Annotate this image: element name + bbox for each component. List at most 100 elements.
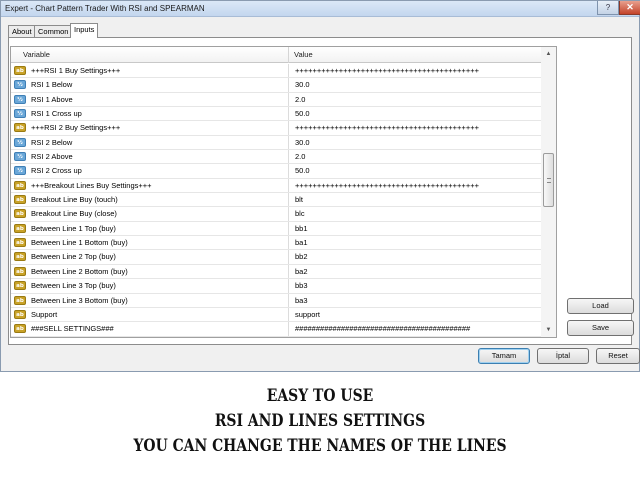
value-text: 50.0: [295, 109, 310, 119]
variable-name: +++RSI 2 Buy Settings+++: [31, 123, 121, 133]
variable-cell[interactable]: ½ RSI 1 Cross up: [11, 107, 289, 121]
variable-name: Between Line 3 Bottom (buy): [31, 295, 128, 305]
value-text: ++++++++++++++++++++++++++++++++++++++++…: [295, 180, 479, 190]
variable-cell[interactable]: ab Between Line 3 Bottom (buy): [11, 293, 289, 307]
close-button[interactable]: ✕: [619, 1, 640, 15]
table-row[interactable]: ab Breakout Line Buy (touch) blt: [11, 193, 550, 208]
scroll-up-icon[interactable]: ▲: [541, 47, 556, 62]
value-cell[interactable]: 30.0: [289, 78, 550, 91]
table-row[interactable]: ½ RSI 1 Cross up 50.0: [11, 107, 550, 122]
string-type-icon: ab: [14, 295, 26, 305]
table-row[interactable]: ab Between Line 3 Bottom (buy) ba3: [11, 293, 550, 308]
reset-button[interactable]: Reset: [596, 348, 640, 364]
string-type-icon: ab: [14, 195, 26, 205]
value-text: ++++++++++++++++++++++++++++++++++++++++…: [295, 123, 479, 133]
variable-name: Between Line 2 Top (buy): [31, 252, 116, 262]
value-text: ++++++++++++++++++++++++++++++++++++++++…: [295, 66, 479, 75]
variable-cell[interactable]: ab Support: [11, 307, 289, 322]
variable-cell[interactable]: ½ RSI 2 Cross up: [11, 164, 289, 178]
variable-cell[interactable]: ab Breakout Line Buy (close): [11, 207, 289, 221]
table-row[interactable]: ab Between Line 1 Top (buy) bb1: [11, 221, 550, 237]
value-cell[interactable]: ba2: [289, 265, 550, 278]
tab-about[interactable]: About: [8, 25, 36, 37]
variable-cell[interactable]: ½ RSI 2 Below: [11, 135, 289, 150]
value-cell[interactable]: 2.0: [289, 93, 550, 106]
tab-inputs[interactable]: Inputs: [70, 23, 99, 38]
value-cell[interactable]: ++++++++++++++++++++++++++++++++++++++++…: [289, 179, 550, 192]
value-cell[interactable]: ba3: [289, 294, 550, 307]
variable-cell[interactable]: ½ RSI 1 Below: [11, 78, 289, 92]
column-header-variable[interactable]: Variable: [23, 50, 50, 59]
table-row[interactable]: ½ RSI 2 Cross up 50.0: [11, 164, 550, 179]
table-row[interactable]: ab +++RSI 1 Buy Settings+++ ++++++++++++++…: [11, 64, 550, 79]
variable-cell[interactable]: ab Between Line 1 Bottom (buy): [11, 236, 289, 250]
value-cell[interactable]: ba1: [289, 236, 550, 249]
table-row[interactable]: ab +++Breakout Lines Buy Settings+++ +++++…: [11, 178, 550, 194]
variable-cell[interactable]: ab Between Line 2 Bottom (buy): [11, 264, 289, 279]
variable-name: Between Line 1 Top (buy): [31, 223, 116, 233]
value-cell[interactable]: ########################################…: [289, 322, 550, 335]
value-cell[interactable]: blt: [289, 193, 550, 206]
variable-name: RSI 2 Above: [31, 152, 73, 162]
value-cell[interactable]: 2.0: [289, 150, 550, 163]
variable-cell[interactable]: ab ###SELL SETTINGS###: [11, 322, 289, 336]
variable-cell[interactable]: ab Between Line 3 Top (buy): [11, 279, 289, 293]
value-cell[interactable]: bb2: [289, 250, 550, 263]
table-row[interactable]: ab Between Line 2 Bottom (buy) ba2: [11, 264, 550, 280]
variable-cell[interactable]: ab +++RSI 2 Buy Settings+++: [11, 121, 289, 135]
save-button[interactable]: Save: [567, 320, 634, 336]
table-row[interactable]: ab Between Line 3 Top (buy) bb3: [11, 279, 550, 294]
variable-cell[interactable]: ab +++Breakout Lines Buy Settings+++: [11, 178, 289, 193]
load-button[interactable]: Load: [567, 298, 634, 314]
table-row[interactable]: ½ RSI 1 Below 30.0: [11, 78, 550, 93]
value-cell[interactable]: ++++++++++++++++++++++++++++++++++++++++…: [289, 64, 550, 77]
value-cell[interactable]: support: [289, 308, 550, 321]
table-row[interactable]: ab Support support: [11, 307, 550, 323]
table-row[interactable]: ab Breakout Line Buy (close) blc: [11, 207, 550, 222]
ok-button[interactable]: Tamam: [478, 348, 530, 364]
table-row[interactable]: ab Between Line 1 Bottom (buy) ba1: [11, 236, 550, 251]
value-cell[interactable]: ++++++++++++++++++++++++++++++++++++++++…: [289, 121, 550, 134]
variable-cell[interactable]: ab Between Line 2 Top (buy): [11, 250, 289, 264]
value-cell[interactable]: bb1: [289, 222, 550, 235]
scroll-down-icon[interactable]: ▼: [541, 323, 556, 338]
number-type-icon: ½: [14, 137, 26, 147]
cancel-button[interactable]: İptal: [537, 348, 589, 364]
variable-cell[interactable]: ½ RSI 2 Above: [11, 150, 289, 164]
scroll-thumb[interactable]: [543, 153, 554, 207]
string-type-icon: ab: [14, 209, 26, 219]
column-divider[interactable]: [288, 47, 289, 63]
grid-scrollbar[interactable]: ▲ ▼: [541, 46, 557, 338]
variable-name: RSI 1 Above: [31, 94, 73, 104]
table-row[interactable]: ½ RSI 2 Above 2.0: [11, 150, 550, 165]
table-row[interactable]: ab Between Line 2 Top (buy) bb2: [11, 250, 550, 265]
variable-cell[interactable]: ab Breakout Line Buy (touch): [11, 193, 289, 207]
column-header-value[interactable]: Value: [294, 50, 313, 59]
value-text: 2.0: [295, 94, 306, 104]
variable-name: ###SELL SETTINGS###: [31, 324, 114, 334]
value-text: ba1: [295, 238, 308, 248]
caption-line-2: RSI AND LINES SETTINGS: [214, 411, 426, 431]
string-type-icon: ab: [14, 180, 26, 190]
value-cell[interactable]: bb3: [289, 279, 550, 292]
value-text: bb1: [295, 223, 308, 233]
variable-cell[interactable]: ab Between Line 1 Top (buy): [11, 221, 289, 236]
tab-common[interactable]: Common: [34, 25, 73, 37]
string-type-icon: ab: [14, 266, 26, 276]
title-bar[interactable]: Expert - Chart Pattern Trader With RSI a…: [1, 1, 640, 17]
value-cell[interactable]: 50.0: [289, 164, 550, 177]
number-type-icon: ½: [14, 152, 26, 162]
value-cell[interactable]: 30.0: [289, 136, 550, 149]
variable-cell[interactable]: ½ RSI 1 Above: [11, 92, 289, 107]
value-text: 2.0: [295, 152, 306, 162]
table-row[interactable]: ab ###SELL SETTINGS### ###################…: [11, 322, 550, 337]
table-row[interactable]: ab +++RSI 2 Buy Settings+++ ++++++++++++++…: [11, 121, 550, 136]
caption-line-1: EASY TO USE: [266, 386, 374, 406]
help-button[interactable]: ?: [597, 1, 619, 15]
variable-name: Between Line 3 Top (buy): [31, 281, 116, 291]
table-row[interactable]: ½ RSI 1 Above 2.0: [11, 92, 550, 108]
table-row[interactable]: ½ RSI 2 Below 30.0: [11, 135, 550, 151]
variable-cell[interactable]: ab +++RSI 1 Buy Settings+++: [11, 64, 289, 78]
value-cell[interactable]: blc: [289, 207, 550, 220]
value-cell[interactable]: 50.0: [289, 107, 550, 120]
